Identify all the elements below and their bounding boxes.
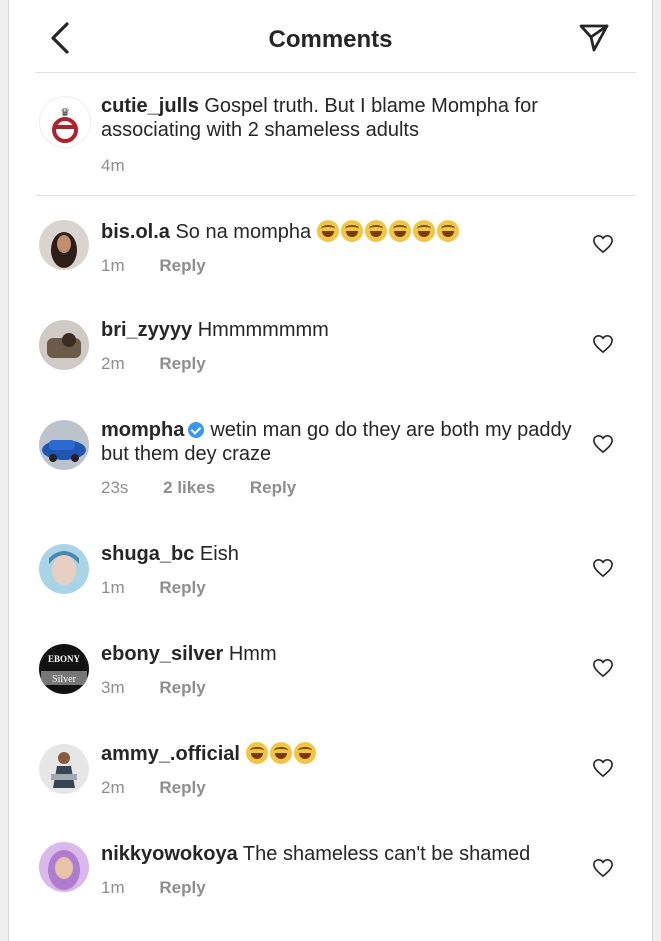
laughing-emoji-icon <box>388 220 411 242</box>
heart-icon[interactable] <box>592 658 614 678</box>
laughing-emoji-icon <box>436 220 459 242</box>
avatar-text: Silver <box>52 674 77 685</box>
verified-badge-icon <box>188 422 205 438</box>
caption: ♛ cutie_julls Gospel truth. But I blame … <box>9 72 652 196</box>
laughing-emoji-group <box>316 220 461 243</box>
heart-icon[interactable] <box>592 334 614 354</box>
comment-username[interactable]: ammy_.official <box>101 743 240 765</box>
comment-time: 1m <box>101 578 125 597</box>
comment-item: EBONY Silver ebony_silver Hmm 3m Reply <box>9 620 652 720</box>
comment-text: The shameless can't be shamed <box>242 843 531 865</box>
heart-icon[interactable] <box>592 558 614 578</box>
direct-send-icon[interactable] <box>578 22 610 54</box>
laughing-emoji-icon <box>340 220 363 242</box>
comment-time: 1m <box>101 878 125 897</box>
comment-time: 2m <box>101 354 125 373</box>
avatar[interactable] <box>39 420 89 470</box>
reply-button[interactable]: Reply <box>159 778 205 797</box>
comment-item: nikkyowokoya The shameless can't be sham… <box>9 820 652 941</box>
comment-item: mompha wetin man go do they are both my p… <box>9 396 652 520</box>
page-title: Comments <box>268 26 393 53</box>
comment-item: shuga_bc Eish 1m Reply <box>9 520 652 620</box>
heart-icon[interactable] <box>592 434 614 454</box>
laughing-emoji-icon <box>364 220 387 242</box>
comment-text: So na mompha <box>175 221 312 243</box>
avatar[interactable]: ♛ <box>39 96 91 148</box>
comment-text: Eish <box>199 543 239 565</box>
avatar[interactable]: EBONY Silver <box>39 644 89 694</box>
comment-username[interactable]: mompha <box>101 419 184 441</box>
avatar[interactable] <box>39 220 89 270</box>
caption-username[interactable]: cutie_julls <box>101 95 199 117</box>
reply-button[interactable]: Reply <box>159 678 205 697</box>
laughing-emoji-icon <box>269 742 292 764</box>
comment-item: ammy_.official 2m Reply <box>9 720 652 820</box>
avatar-text: EBONY <box>48 654 81 664</box>
caption-time: 4m <box>101 156 125 175</box>
heart-icon[interactable] <box>592 858 614 878</box>
comment-time: 1m <box>101 256 125 275</box>
header: Comments <box>9 0 652 73</box>
laughing-emoji-icon <box>412 220 435 242</box>
comment-username[interactable]: bis.ol.a <box>101 221 170 243</box>
avatar[interactable] <box>39 320 89 370</box>
reply-button[interactable]: Reply <box>250 478 296 497</box>
comment-item: bri_zyyyy Hmmmmmmm 2m Reply <box>9 296 652 396</box>
comment-username[interactable]: shuga_bc <box>101 543 194 565</box>
comment-time: 3m <box>101 678 125 697</box>
comment-text: Hmmmmmmm <box>197 319 329 341</box>
comment-text: Hmm <box>228 643 277 665</box>
avatar[interactable] <box>39 842 89 892</box>
comment-username[interactable]: nikkyowokoya <box>101 843 238 865</box>
reply-button[interactable]: Reply <box>159 256 205 275</box>
comments-screen: Comments ♛ cutie_julls Gospel truth. But… <box>8 0 653 941</box>
laughing-emoji-icon <box>245 742 268 764</box>
avatar[interactable] <box>39 544 89 594</box>
avatar[interactable] <box>39 744 89 794</box>
comment-item: bis.ol.a So na mompha 1m Reply <box>9 196 652 296</box>
laughing-emoji-icon <box>316 220 339 242</box>
likes-count[interactable]: 2 likes <box>163 478 215 497</box>
heart-icon[interactable] <box>592 234 614 254</box>
reply-button[interactable]: Reply <box>159 878 205 897</box>
comment-username[interactable]: bri_zyyyy <box>101 319 192 341</box>
reply-button[interactable]: Reply <box>159 354 205 373</box>
comment-time: 2m <box>101 778 125 797</box>
comment-username[interactable]: ebony_silver <box>101 643 223 665</box>
heart-icon[interactable] <box>592 758 614 778</box>
reply-button[interactable]: Reply <box>159 578 205 597</box>
comment-time: 23s <box>101 478 129 497</box>
laughing-emoji-icon <box>293 742 316 764</box>
laughing-emoji-group <box>245 742 318 765</box>
